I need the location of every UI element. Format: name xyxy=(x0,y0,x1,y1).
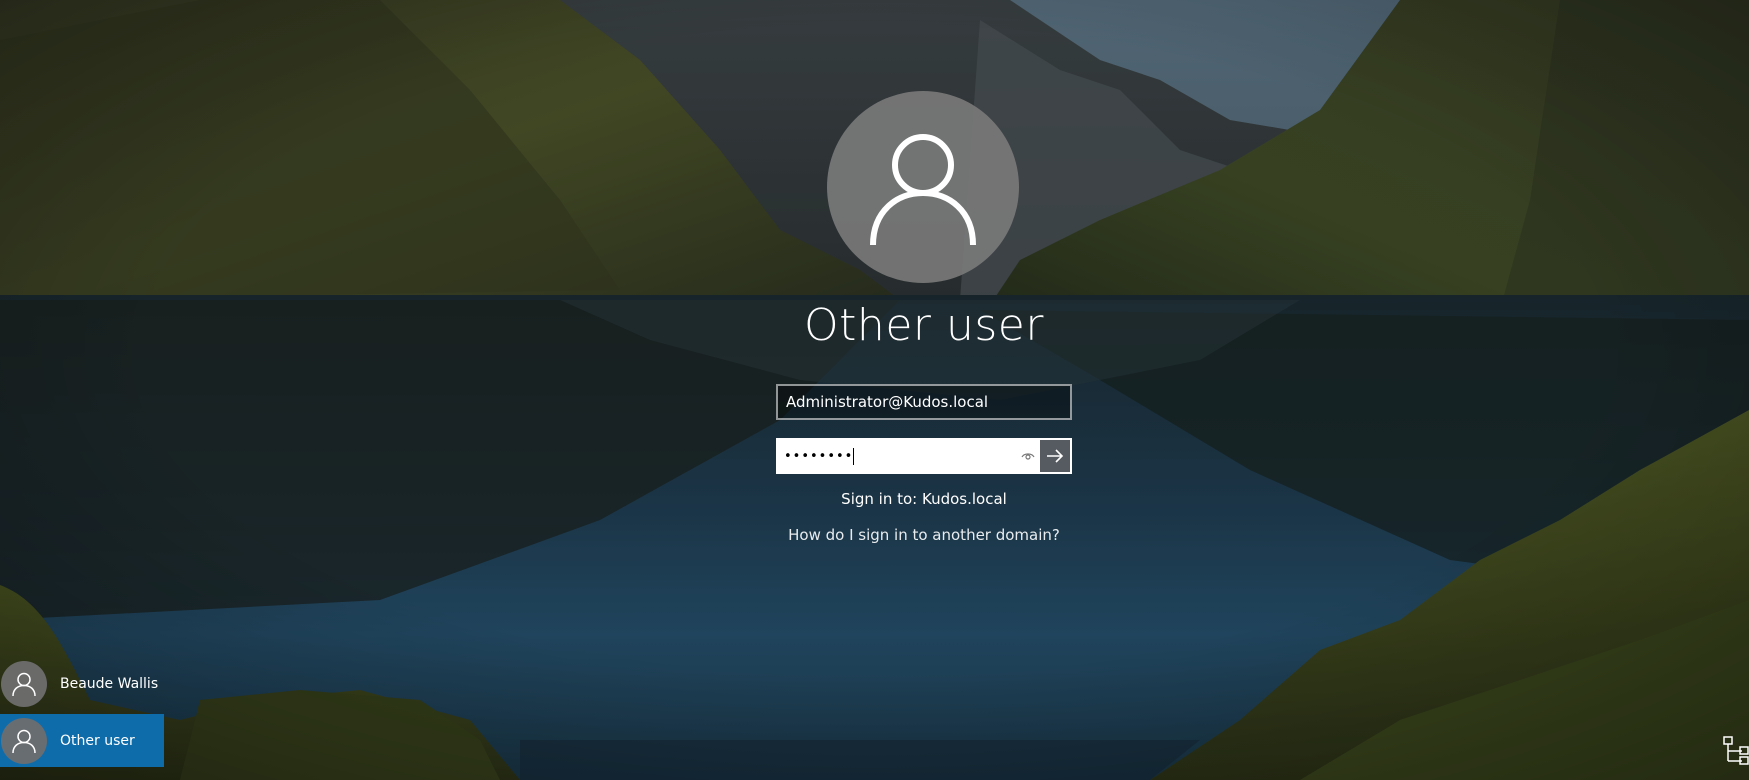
domain-help-link[interactable]: How do I sign in to another domain? xyxy=(674,526,1174,544)
sign-in-domain-label: Sign in to: Kudos.local xyxy=(841,490,1007,508)
lock-screen: Other user Administrator@Kudos.local •••… xyxy=(0,0,1749,780)
submit-button[interactable] xyxy=(1040,440,1070,472)
user-avatar xyxy=(827,91,1019,283)
user-item-other-user[interactable]: Other user xyxy=(0,714,164,767)
user-name: Other user xyxy=(60,732,135,749)
person-icon xyxy=(12,729,36,753)
eye-icon[interactable] xyxy=(1016,441,1040,471)
person-icon xyxy=(12,672,36,696)
username-value: Administrator@Kudos.local xyxy=(786,393,989,411)
user-item-beaude-wallis[interactable]: Beaude Wallis xyxy=(0,657,164,710)
password-input[interactable]: •••••••• xyxy=(776,438,1072,474)
person-icon xyxy=(870,134,976,246)
user-avatar-small xyxy=(1,660,47,707)
user-switcher: Beaude Wallis Other user xyxy=(0,657,164,767)
username-input[interactable]: Administrator@Kudos.local xyxy=(776,384,1072,420)
user-avatar-small xyxy=(1,717,47,764)
sign-in-panel: Other user Administrator@Kudos.local •••… xyxy=(0,0,1749,780)
password-mask: •••••••• xyxy=(784,448,854,464)
text-caret xyxy=(853,447,855,465)
account-title: Other user xyxy=(804,300,1044,351)
password-value: •••••••• xyxy=(784,447,1016,465)
user-name: Beaude Wallis xyxy=(60,675,159,692)
network-icon[interactable] xyxy=(1722,735,1749,765)
arrow-right-icon xyxy=(1047,449,1064,463)
